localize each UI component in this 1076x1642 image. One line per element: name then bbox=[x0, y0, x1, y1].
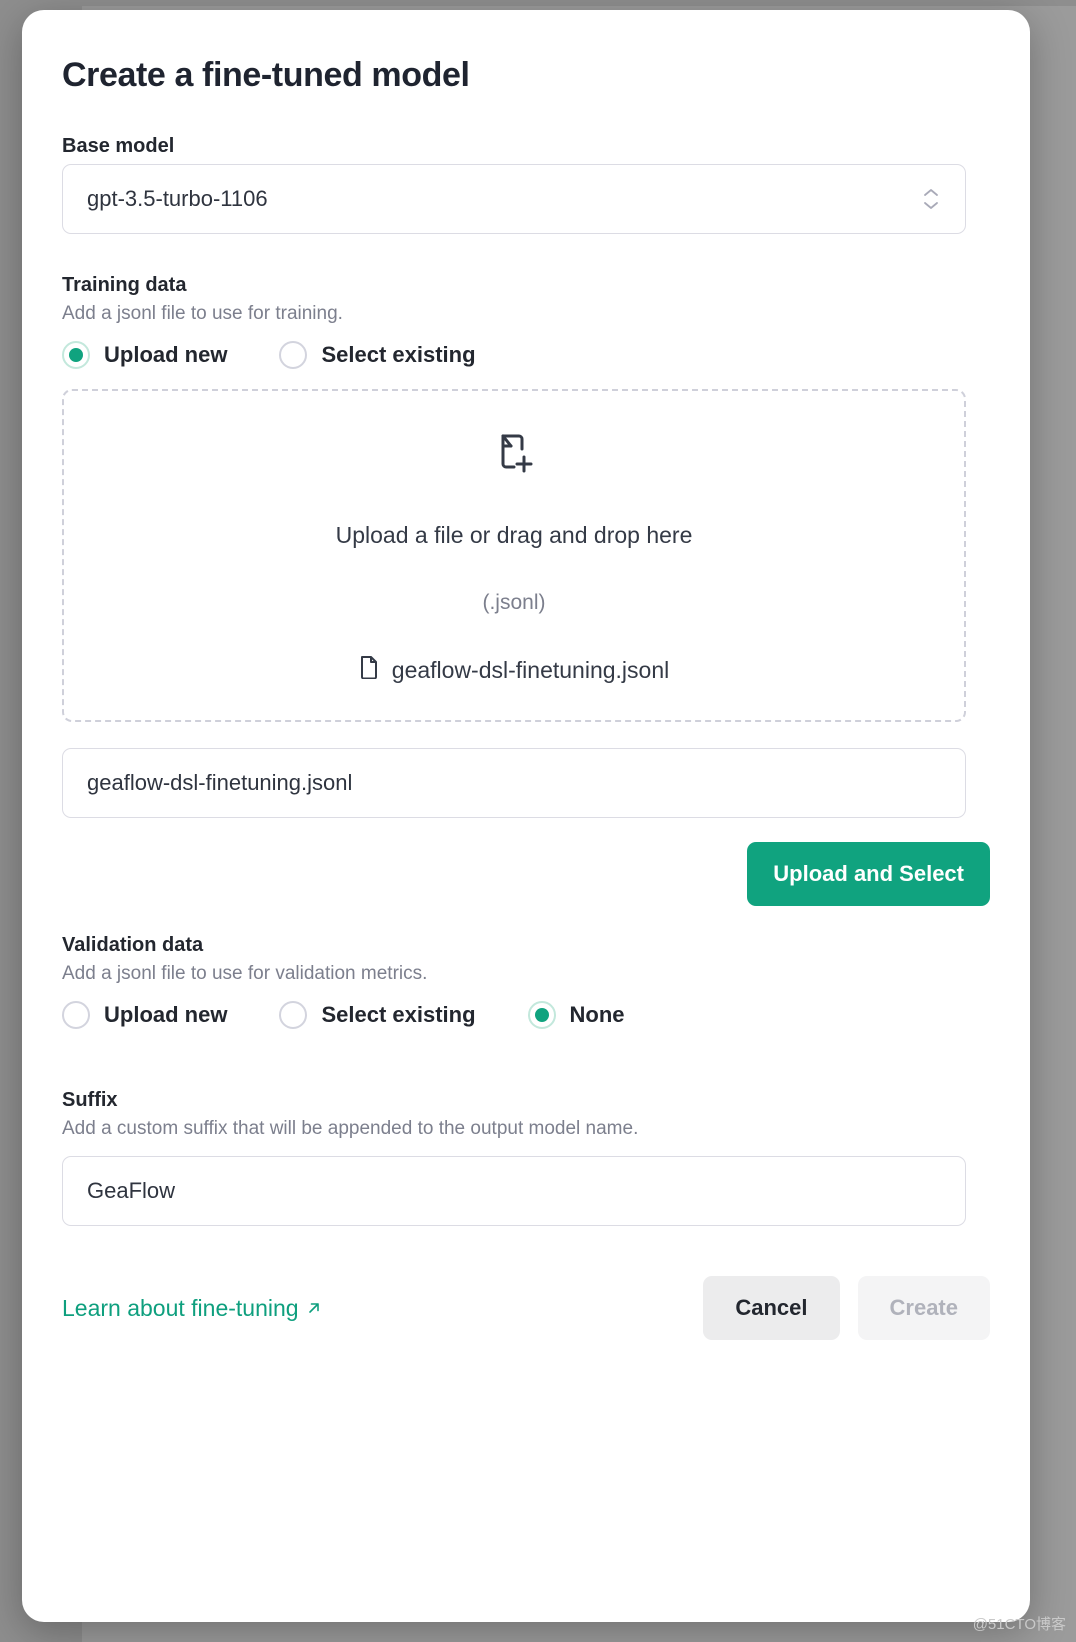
upload-and-select-button[interactable]: Upload and Select bbox=[747, 842, 990, 906]
dialog-title: Create a fine-tuned model bbox=[62, 56, 470, 94]
dropzone-primary-text: Upload a file or drag and drop here bbox=[335, 522, 693, 548]
training-data-section: Training data Add a jsonl file to use fo… bbox=[62, 274, 990, 906]
dialog-footer: Learn about fine-tuning Cancel Create bbox=[62, 1276, 990, 1340]
training-data-label: Training data bbox=[62, 274, 187, 296]
cancel-button[interactable]: Cancel bbox=[703, 1276, 840, 1340]
radio-label: None bbox=[569, 1002, 625, 1027]
radio-indicator bbox=[62, 1001, 90, 1029]
validation-data-description: Add a jsonl file to use for validation m… bbox=[62, 963, 428, 984]
suffix-label: Suffix bbox=[62, 1089, 118, 1111]
watermark: @51CTO博客 bbox=[972, 1616, 1066, 1633]
base-model-section: Base model gpt-3.5-turbo-1106 bbox=[62, 135, 990, 234]
radio-indicator bbox=[62, 341, 90, 369]
link-label: Learn about fine-tuning bbox=[62, 1294, 299, 1321]
radio-validation-select-existing[interactable]: Select existing bbox=[279, 1001, 476, 1029]
footer-button-group: Cancel Create bbox=[703, 1276, 990, 1340]
validation-data-label: Validation data bbox=[62, 934, 204, 956]
external-link-icon bbox=[306, 1295, 322, 1322]
radio-label: Select existing bbox=[321, 342, 476, 367]
create-fine-tuned-model-dialog: Create a fine-tuned model Base model gpt… bbox=[22, 10, 1030, 1622]
dropzone-secondary-text: (.jsonl) bbox=[482, 591, 546, 614]
dropzone-selected-file: geaflow-dsl-finetuning.jsonl bbox=[359, 655, 669, 685]
suffix-description: Add a custom suffix that will be appende… bbox=[62, 1118, 639, 1139]
radio-validation-none[interactable]: None bbox=[527, 1001, 625, 1029]
base-model-value: gpt-3.5-turbo-1106 bbox=[87, 186, 268, 211]
radio-indicator bbox=[279, 1001, 308, 1029]
backdrop-top-strip bbox=[0, 0, 1076, 6]
learn-about-fine-tuning-link[interactable]: Learn about fine-tuning bbox=[62, 1295, 322, 1322]
radio-label: Upload new bbox=[104, 1002, 228, 1027]
training-file-name-input[interactable]: geaflow-dsl-finetuning.jsonl bbox=[62, 748, 966, 818]
file-icon bbox=[359, 655, 379, 685]
radio-training-select-existing[interactable]: Select existing bbox=[279, 341, 476, 369]
validation-data-section: Validation data Add a jsonl file to use … bbox=[62, 934, 990, 1029]
radio-validation-upload-new[interactable]: Upload new bbox=[62, 1001, 227, 1029]
radio-indicator bbox=[279, 341, 308, 369]
create-button[interactable]: Create bbox=[857, 1276, 990, 1340]
radio-label: Select existing bbox=[321, 1002, 476, 1027]
suffix-input[interactable]: GeaFlow bbox=[62, 1156, 966, 1226]
training-file-dropzone[interactable]: Upload a file or drag and drop here (.js… bbox=[62, 389, 966, 722]
training-file-name-value: geaflow-dsl-finetuning.jsonl bbox=[87, 770, 353, 795]
radio-label: Upload new bbox=[104, 342, 228, 367]
chevron-up-down-icon bbox=[923, 188, 939, 210]
file-plus-icon bbox=[494, 433, 534, 480]
dropzone-file-name: geaflow-dsl-finetuning.jsonl bbox=[391, 656, 670, 683]
radio-indicator bbox=[527, 1001, 556, 1029]
base-model-label: Base model bbox=[62, 135, 175, 157]
validation-data-radio-group: Upload new Select existing None bbox=[62, 1001, 990, 1029]
radio-training-upload-new[interactable]: Upload new bbox=[62, 341, 227, 369]
training-data-description: Add a jsonl file to use for training. bbox=[62, 303, 343, 324]
suffix-section: Suffix Add a custom suffix that will be … bbox=[62, 1089, 990, 1226]
screen: Create a fine-tuned model Base model gpt… bbox=[0, 0, 1076, 1642]
base-model-select[interactable]: gpt-3.5-turbo-1106 bbox=[62, 164, 966, 234]
suffix-value: GeaFlow bbox=[87, 1178, 176, 1203]
training-data-radio-group: Upload new Select existing bbox=[62, 341, 990, 369]
